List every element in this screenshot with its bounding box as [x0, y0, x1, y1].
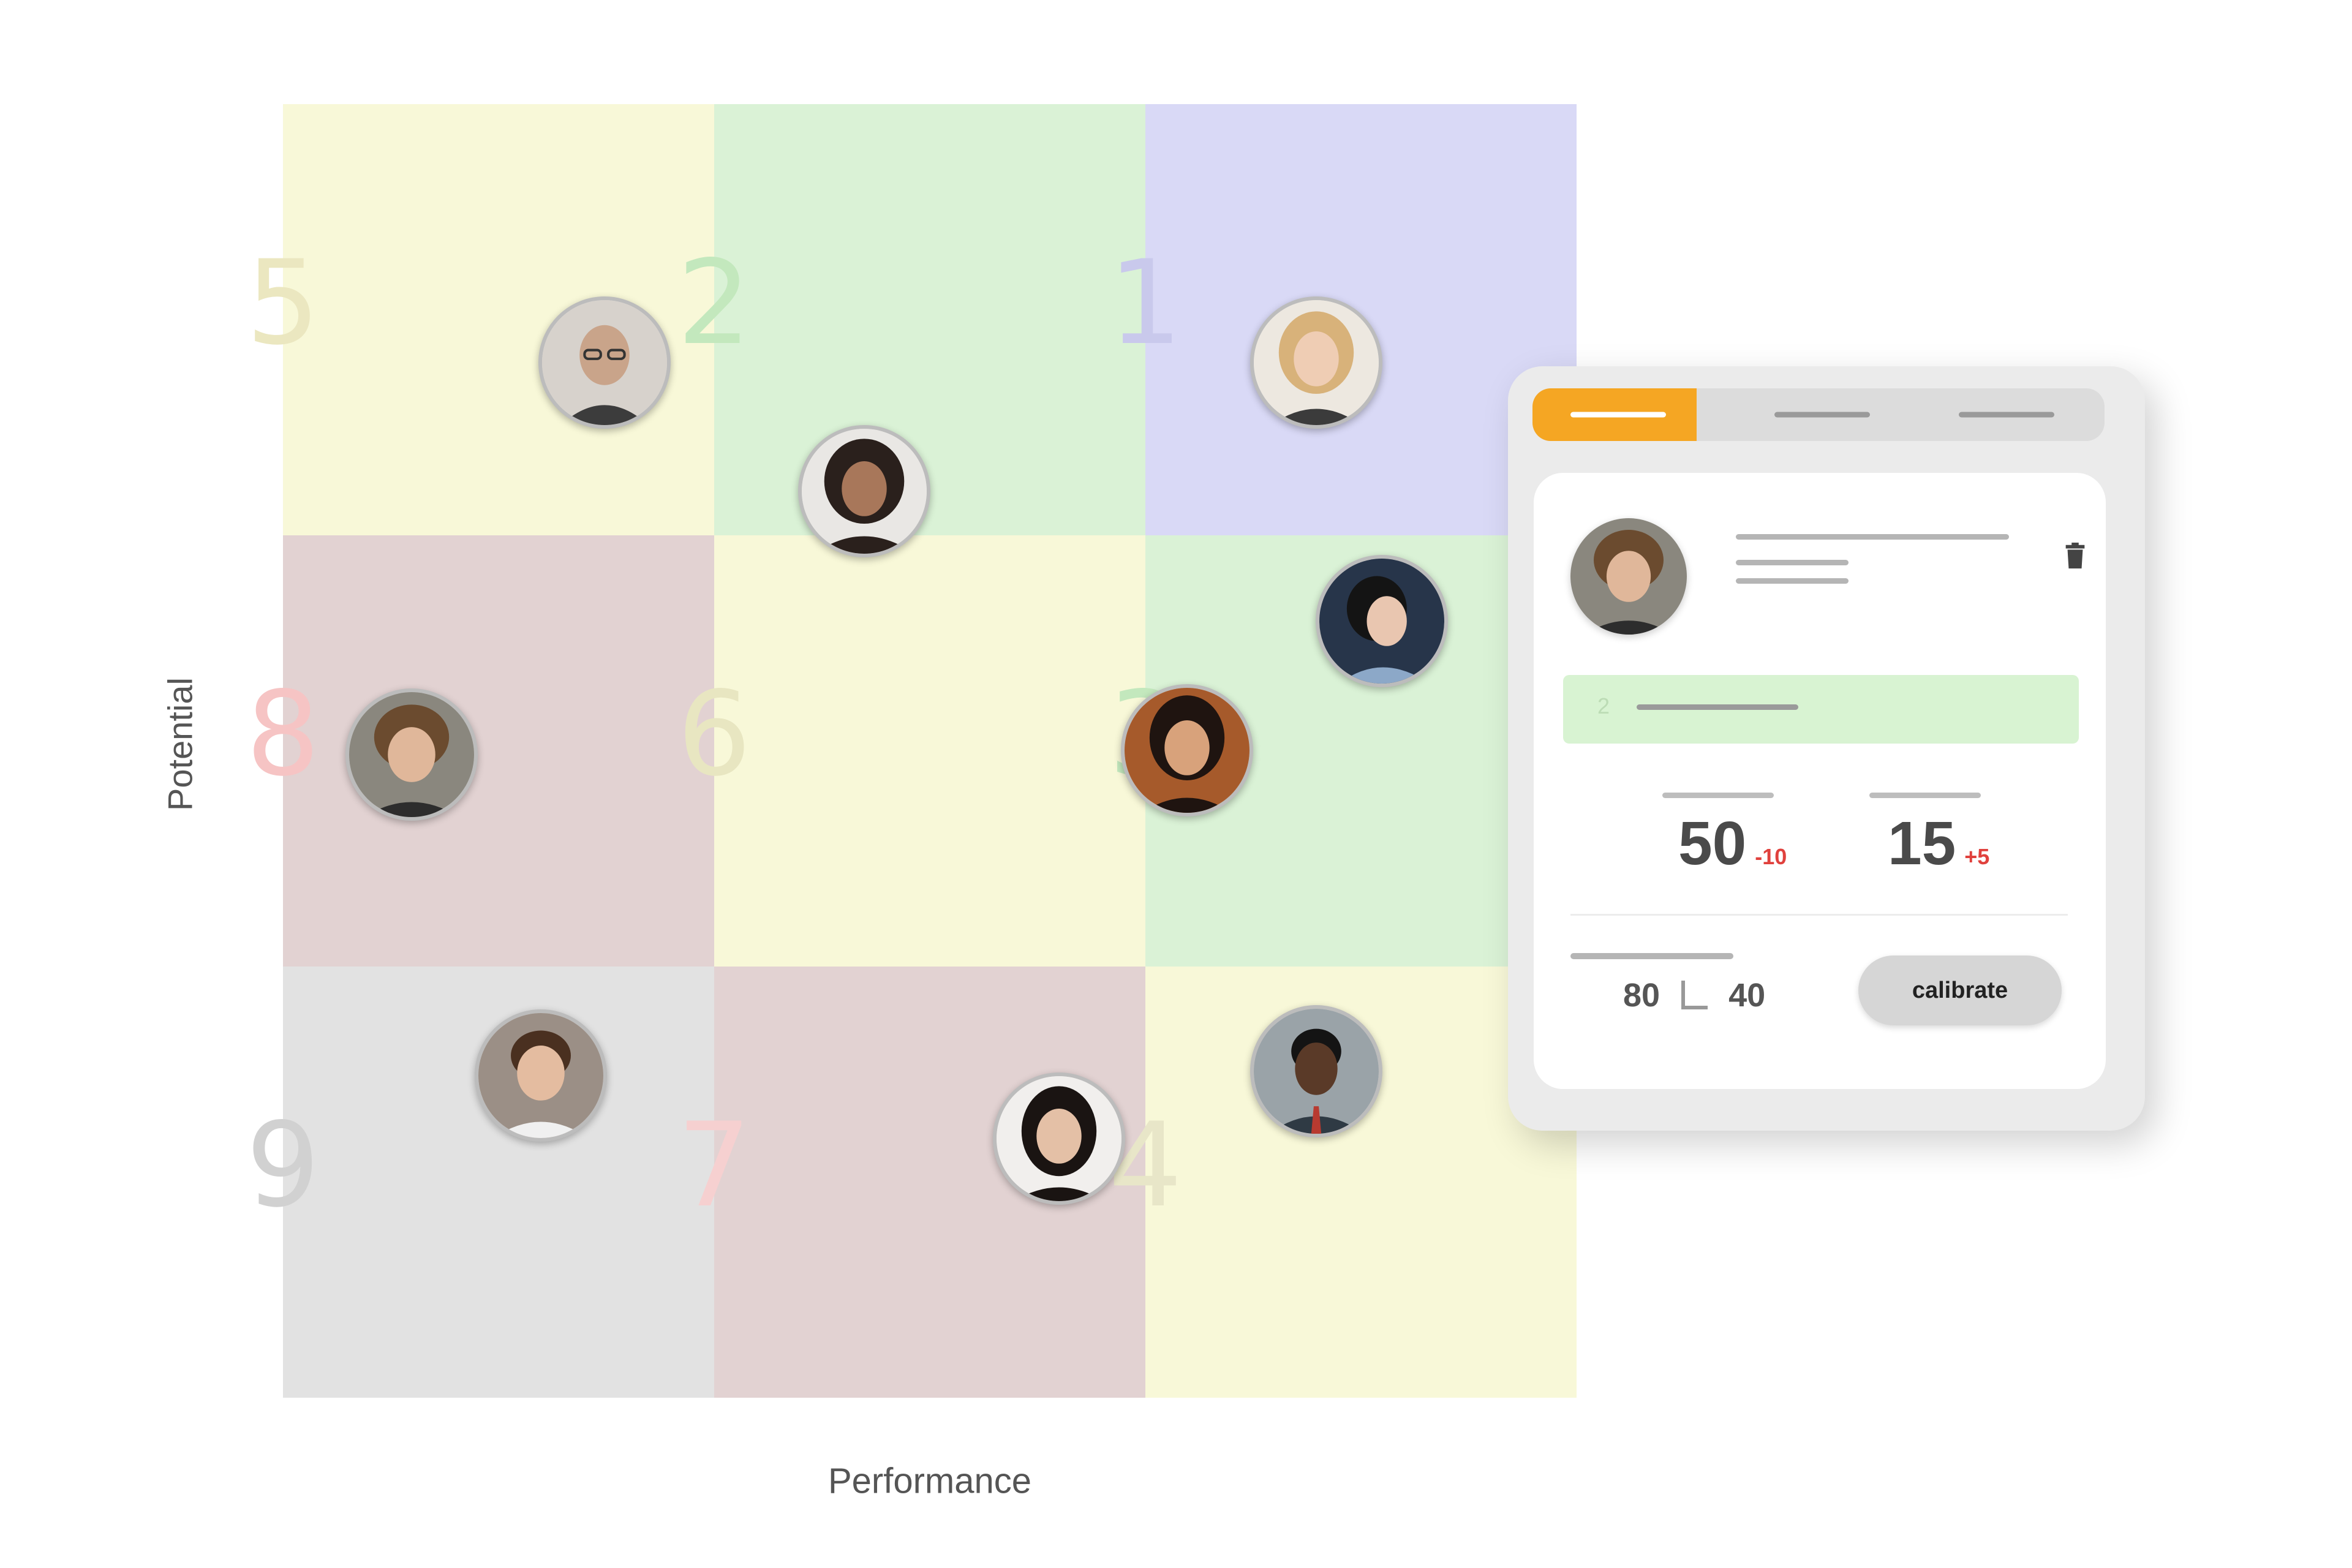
- avatar-blonde-woman[interactable]: [1250, 296, 1382, 429]
- stats-label-bar: [1570, 953, 1733, 959]
- score-row[interactable]: 2: [1563, 675, 2079, 744]
- employee-avatar: [1570, 518, 1687, 635]
- cell-number: 6: [677, 666, 752, 802]
- metric2-delta: +5: [1964, 844, 1990, 869]
- score-row-number: 2: [1597, 693, 1610, 718]
- avatar-curly-hair-woman[interactable]: [798, 425, 930, 557]
- metric2-value: 15: [1888, 809, 1956, 878]
- trash-icon[interactable]: [2063, 541, 2087, 570]
- stat-right: 40: [1728, 977, 1766, 1014]
- stats-row: 80 40: [1623, 976, 1765, 1014]
- score-row-label-bar: [1637, 704, 1798, 710]
- name-placeholder-bar: [1736, 534, 2009, 540]
- panel-tabs: [1532, 388, 2105, 441]
- tab-1[interactable]: [1532, 388, 1697, 441]
- calibrate-button[interactable]: calibrate: [1858, 956, 2062, 1025]
- tab-label-placeholder: [1570, 412, 1666, 418]
- grid-cell-6[interactable]: 6: [677, 535, 1145, 967]
- metric2-label-bar: [1869, 793, 1981, 798]
- avatar-bald-man-glasses[interactable]: [538, 296, 671, 429]
- subtitle-placeholder-bar: [1736, 578, 1849, 584]
- metric-1: 50 -10: [1678, 809, 1787, 879]
- avatar-man-suit[interactable]: [1250, 1005, 1382, 1137]
- tab-label-placeholder: [1959, 412, 2054, 418]
- avatar-smiling-woman[interactable]: [1121, 684, 1253, 816]
- tab-label-placeholder: [1774, 412, 1870, 418]
- cell-number: 7: [677, 1098, 752, 1233]
- avatar-young-man[interactable]: [475, 1009, 607, 1142]
- cell-number: 5: [246, 235, 320, 371]
- avatar-ponytail-woman[interactable]: [1316, 555, 1448, 687]
- avatar-curly-hair-boy[interactable]: [345, 688, 478, 821]
- title-placeholder-bar: [1736, 560, 1849, 565]
- stat-left: 80: [1623, 977, 1660, 1014]
- metric1-delta: -10: [1755, 844, 1787, 869]
- cell-number: 9: [246, 1098, 320, 1233]
- employee-card: 2 50 -10 15 +5 80 40 calibrate: [1534, 473, 2106, 1089]
- divider: [1570, 914, 2068, 916]
- cell-number: 1: [1108, 235, 1183, 371]
- employee-detail-panel: 2 50 -10 15 +5 80 40 calibrate: [1508, 366, 2145, 1131]
- cell-number: 8: [246, 666, 320, 802]
- axis-label-potential: Potential: [160, 677, 200, 811]
- tab-2[interactable]: [1697, 388, 1901, 441]
- avatar-dark-hair-woman[interactable]: [993, 1072, 1125, 1205]
- corner-bracket-icon: [1681, 981, 1708, 1009]
- metric1-value: 50: [1678, 809, 1747, 878]
- grid-cell-2[interactable]: 2: [677, 104, 1145, 535]
- axis-label-performance: Performance: [827, 1461, 1032, 1501]
- metric1-label-bar: [1662, 793, 1774, 798]
- tab-3[interactable]: [1901, 388, 2105, 441]
- cell-number: 2: [677, 235, 752, 371]
- metric-2: 15 +5: [1888, 809, 1989, 879]
